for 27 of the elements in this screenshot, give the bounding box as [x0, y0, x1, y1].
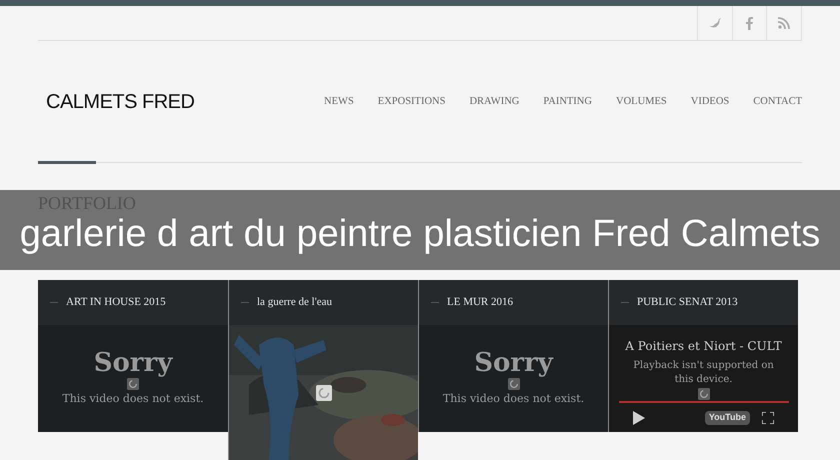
site-logo[interactable]: CALMETS FRED [46, 86, 194, 116]
nav-link[interactable]: DRAWING [469, 94, 520, 110]
facebook-icon[interactable] [746, 16, 753, 30]
nav-link[interactable]: VIDEOS [690, 94, 730, 110]
youtube-logo[interactable]: YouTube [704, 411, 750, 425]
banner-text: garlerie d art du peintre plasticien Fred Calmets [20, 212, 820, 256]
error-heading: Sorry [94, 349, 172, 378]
fullscreen-icon[interactable] [762, 412, 774, 424]
card-title: PUBLIC SENAT 2013 [637, 295, 738, 310]
rss-icon[interactable] [778, 17, 790, 29]
card-title: ART IN HOUSE 2015 [66, 295, 166, 310]
loading-icon [508, 378, 520, 390]
nav-link[interactable]: NEWS [324, 94, 354, 110]
error-message: This video does not exist. [62, 391, 204, 408]
nav-link[interactable]: PAINTING [543, 94, 592, 110]
error-message: This video does not exist. [442, 391, 584, 408]
nav-link[interactable]: EXPOSITIONS [378, 94, 446, 110]
play-icon[interactable] [633, 411, 645, 425]
nav-link[interactable]: VOLUMES [616, 94, 667, 110]
nav-link[interactable]: CONTACT [753, 94, 802, 110]
error-heading: Sorry [474, 349, 553, 378]
card-title: LE MUR 2016 [447, 295, 513, 310]
loading-icon [127, 378, 139, 390]
playback-message: Playback isn't supported on this device. [632, 359, 775, 387]
card-title: la guerre de l'eau [257, 295, 332, 310]
loading-icon [698, 388, 710, 400]
video-title: A Poitiers et Niort - CULT [625, 338, 782, 355]
